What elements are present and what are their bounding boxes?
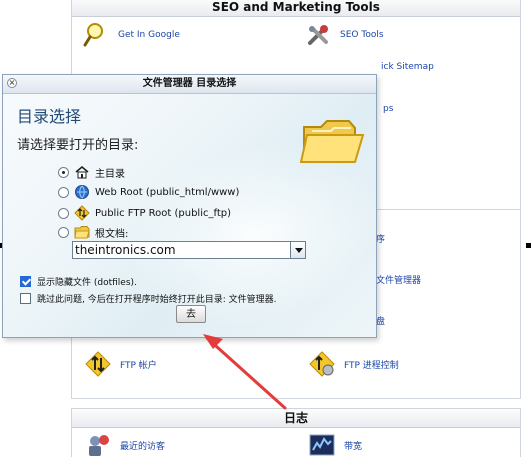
tools-icon <box>304 21 332 49</box>
seo-partial-label: ps <box>383 104 394 114</box>
bandwidth-link[interactable]: 带宽 <box>308 431 362 457</box>
visitors-icon <box>84 431 112 457</box>
ftp-accounts-link[interactable]: FTP 帐户 <box>84 350 157 378</box>
home-directory-option[interactable]: 主目录 <box>58 164 125 180</box>
get-in-google-label: Get In Google <box>118 30 180 40</box>
disk-partial-link[interactable]: 盘 <box>376 314 385 327</box>
recent-visitors-label: 最近的访客 <box>120 441 166 452</box>
document-root-select[interactable]: theintronics.com <box>72 241 306 259</box>
document-root-option[interactable]: 根文档: <box>58 224 128 240</box>
logs-panel: 日志 最近的访客 带宽 <box>71 408 521 457</box>
seo-tools-link[interactable]: SEO Tools <box>304 21 384 49</box>
ftp-icon <box>74 205 90 221</box>
document-root-label: 根文档: <box>95 228 129 240</box>
dialog-title: 文件管理器 目录选择 <box>142 78 237 89</box>
file-manager-link[interactable]: 文件管理器 <box>376 273 421 286</box>
right-handle[interactable] <box>526 243 531 248</box>
show-hidden-files-row[interactable]: 显示隐藏文件 (dotfiles). <box>20 275 137 288</box>
disk-partial-label: 盘 <box>376 317 386 327</box>
globe-icon <box>74 184 90 200</box>
dialog-heading: 目录选择 <box>17 107 82 126</box>
ftp-session-control-label: FTP 进程控制 <box>344 360 399 371</box>
ftp-session-control-link[interactable]: FTP 进程控制 <box>308 350 399 378</box>
file-manager-directory-dialog: × 文件管理器 目录选择 目录选择 请选择要打开的目录: 主目录 Web Roo… <box>2 74 377 338</box>
web-root-radio[interactable] <box>58 186 69 198</box>
folder-illustration-icon <box>299 120 365 163</box>
screenshot-stage: SEO and Marketing Tools Get In Google SE… <box>0 0 531 457</box>
public-ftp-root-option[interactable]: Public FTP Root (public_ftp) <box>58 205 231 221</box>
public-ftp-root-radio[interactable] <box>58 207 69 219</box>
dialog-content: 目录选择 请选择要打开的目录: 主目录 Web Root (public_htm… <box>3 75 376 337</box>
seo-panel-title: SEO and Marketing Tools <box>72 0 520 17</box>
skip-question-label: 跳过此问题, 今后在打开程序时始终打开此目录: 文件管理器. <box>37 295 277 305</box>
show-hidden-files-checkbox[interactable] <box>20 276 31 287</box>
logs-panel-title: 日志 <box>72 409 520 428</box>
get-in-google-link[interactable]: Get In Google <box>82 21 180 49</box>
recent-visitors-link[interactable]: 最近的访客 <box>84 431 165 457</box>
document-root-select-value: theintronics.com <box>75 243 176 257</box>
bandwidth-icon <box>308 431 336 457</box>
document-root-radio[interactable] <box>58 226 69 238</box>
sitemap-link-partial[interactable]: ick Sitemap <box>381 62 434 72</box>
partial-tool-label: 序 <box>376 235 386 245</box>
web-root-option[interactable]: Web Root (public_html/www) <box>58 184 239 200</box>
chevron-down-icon[interactable] <box>290 241 306 259</box>
public-ftp-root-label: Public FTP Root (public_ftp) <box>95 207 232 219</box>
file-manager-label: 文件管理器 <box>376 276 422 286</box>
seo-partial-link[interactable]: ps <box>383 104 393 114</box>
bandwidth-label: 带宽 <box>344 441 363 452</box>
home-directory-label: 主目录 <box>95 168 125 180</box>
web-root-label: Web Root (public_html/www) <box>95 186 240 198</box>
home-directory-radio[interactable] <box>58 166 69 178</box>
dialog-subheading: 请选择要打开的目录: <box>17 138 139 153</box>
close-button[interactable]: × <box>7 78 17 88</box>
seo-tools-label: SEO Tools <box>340 30 384 40</box>
sitemap-label-partial: ick Sitemap <box>381 62 434 72</box>
skip-question-row[interactable]: 跳过此问题, 今后在打开程序时始终打开此目录: 文件管理器. <box>20 292 276 305</box>
magnifier-icon <box>82 21 110 49</box>
go-button[interactable]: 去 <box>176 305 206 323</box>
show-hidden-files-label: 显示隐藏文件 (dotfiles). <box>37 278 137 288</box>
ftp-accounts-label: FTP 帐户 <box>120 360 157 371</box>
folder-icon <box>74 224 90 240</box>
ftp-session-icon <box>308 350 336 378</box>
skip-question-checkbox[interactable] <box>20 293 31 304</box>
ftp-accounts-icon <box>84 350 112 378</box>
partial-tool-link[interactable]: 序 <box>376 232 385 245</box>
dialog-titlebar[interactable]: × 文件管理器 目录选择 <box>3 75 376 94</box>
home-icon <box>74 164 90 180</box>
